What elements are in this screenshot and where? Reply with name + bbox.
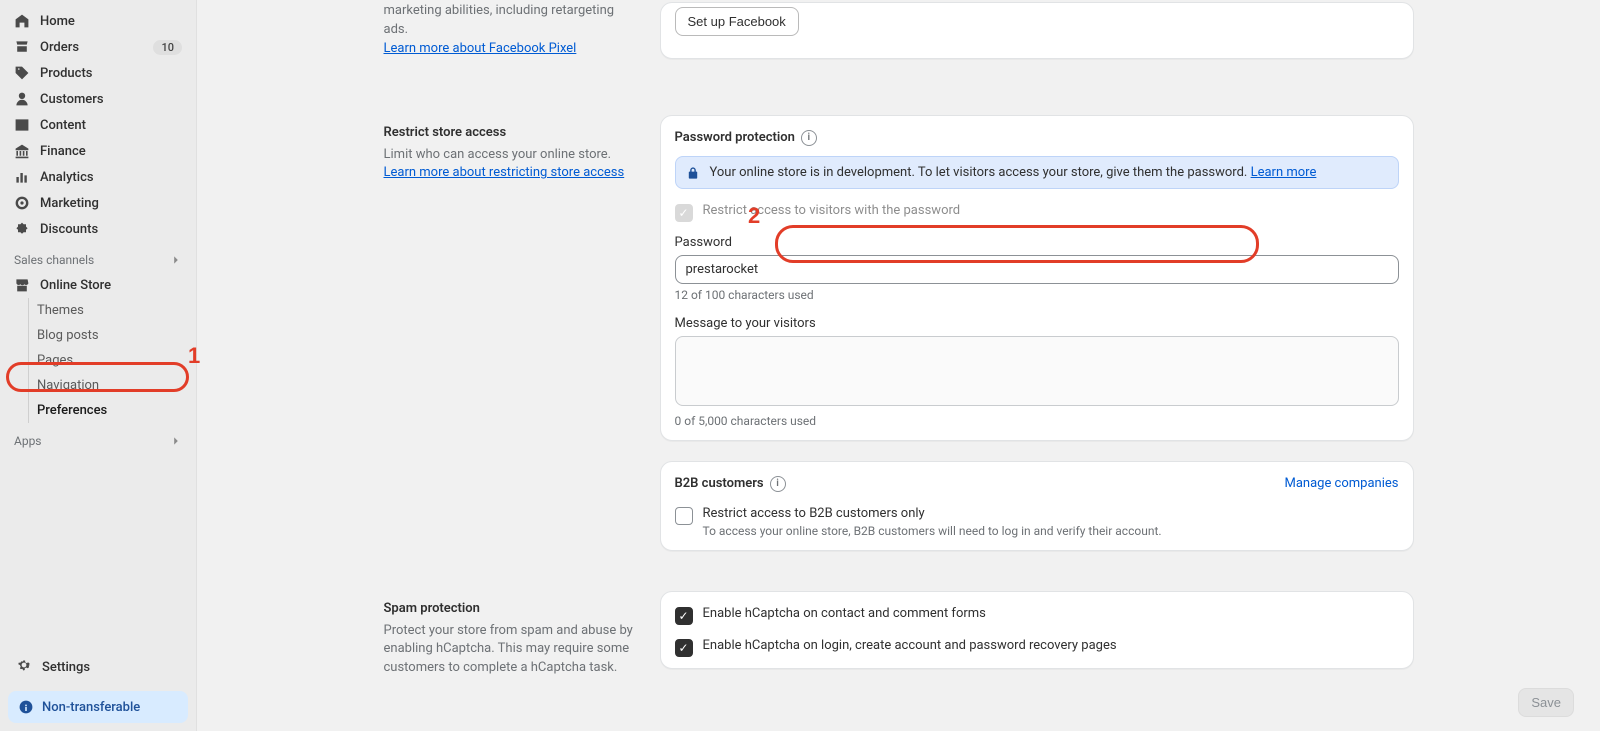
setup-facebook-button[interactable]: Set up Facebook (675, 7, 799, 36)
nav-marketing[interactable]: Marketing (0, 190, 196, 216)
nav-orders[interactable]: Orders 10 (0, 34, 196, 60)
nav-label: Home (40, 14, 182, 29)
spam-section-desc: Spam protection Protect your store from … (384, 591, 636, 683)
bank-icon (14, 143, 30, 159)
plan-pill[interactable]: Non-transferable (8, 691, 188, 723)
nav-customers[interactable]: Customers (0, 86, 196, 112)
nav-finance[interactable]: Finance (0, 138, 196, 164)
chevron-right-icon (170, 254, 182, 266)
spam-heading: Spam protection (384, 601, 636, 616)
target-icon (14, 195, 30, 211)
facebook-card: Set up Facebook (660, 2, 1414, 59)
dev-store-banner: Your online store is in development. To … (675, 156, 1399, 189)
settings-label: Settings (42, 660, 90, 675)
annotation-num-2: 2 (748, 203, 760, 229)
restrict-heading: Restrict store access (384, 125, 636, 140)
gear-icon (16, 657, 32, 677)
save-button[interactable]: Save (1518, 688, 1574, 717)
nav-label: Discounts (40, 222, 182, 237)
nav-products[interactable]: Products (0, 60, 196, 86)
main-content: marketing abilities, including retargeti… (197, 0, 1600, 731)
sub-themes[interactable]: Themes (28, 298, 196, 323)
discount-icon (14, 221, 30, 237)
nav-content[interactable]: Content (0, 112, 196, 138)
info-icon[interactable]: i (770, 476, 786, 492)
nav-label: Finance (40, 144, 182, 159)
nav-home[interactable]: Home (0, 8, 196, 34)
nav-label: Customers (40, 92, 182, 107)
save-bar: Save (1518, 688, 1574, 717)
password-card-title: Password protection (675, 130, 795, 145)
nav-settings[interactable]: Settings (8, 651, 188, 683)
checkbox-icon (675, 607, 693, 625)
sales-channels-heading[interactable]: Sales channels (0, 242, 196, 272)
nav-label: Analytics (40, 170, 182, 185)
hcaptcha-contact-toggle[interactable]: Enable hCaptcha on contact and comment f… (675, 606, 1399, 624)
person-icon (14, 91, 30, 107)
password-protection-card: Password protection i Your online store … (660, 115, 1414, 441)
checkbox-icon (675, 639, 693, 657)
sub-preferences[interactable]: Preferences (28, 398, 196, 423)
sub-navigation[interactable]: Navigation (28, 373, 196, 398)
facebook-learn-link[interactable]: Learn more about Facebook Pixel (384, 41, 577, 56)
b2b-restrict-toggle[interactable]: Restrict access to B2B customers only To… (675, 506, 1399, 538)
nav-discounts[interactable]: Discounts (0, 216, 196, 242)
tag-icon (14, 65, 30, 81)
restrict-learn-link[interactable]: Learn more about restricting store acces… (384, 165, 625, 180)
nav-online-store[interactable]: Online Store (0, 272, 196, 298)
nav-label: Products (40, 66, 182, 81)
lock-icon (686, 166, 700, 180)
checkbox-icon (675, 204, 693, 222)
nav-label: Marketing (40, 196, 182, 211)
nav-label: Orders (40, 40, 143, 55)
home-icon (14, 13, 30, 29)
banner-learn-link[interactable]: Learn more (1251, 165, 1317, 180)
message-hint: 0 of 5,000 characters used (675, 414, 1399, 428)
store-icon (14, 277, 30, 293)
password-label: Password (675, 235, 1399, 250)
restrict-section-desc: Restrict store access Limit who can acce… (384, 115, 636, 188)
sub-pages[interactable]: Pages (28, 348, 196, 373)
hcaptcha-login-toggle[interactable]: Enable hCaptcha on login, create account… (675, 638, 1399, 656)
nav-label: Content (40, 118, 182, 133)
apps-heading[interactable]: Apps (0, 423, 196, 453)
online-store-subitems: Themes Blog posts Pages Navigation Prefe… (0, 298, 196, 423)
restrict-password-toggle: Restrict access to visitors with the pas… (675, 203, 1399, 221)
nav-analytics[interactable]: Analytics (0, 164, 196, 190)
chart-icon (14, 169, 30, 185)
visitor-message-textarea[interactable] (675, 336, 1399, 406)
manage-companies-link[interactable]: Manage companies (1284, 476, 1398, 491)
info-icon[interactable]: i (801, 130, 817, 146)
checkbox-icon (675, 507, 693, 525)
message-label: Message to your visitors (675, 316, 1399, 331)
chevron-right-icon (170, 435, 182, 447)
annotation-num-1: 1 (188, 343, 200, 369)
b2b-card: B2B customers i Manage companies Restric… (660, 461, 1414, 551)
b2b-title: B2B customers (675, 476, 764, 491)
sidebar: Home Orders 10 Products Customers Conten… (0, 0, 197, 731)
image-icon (14, 117, 30, 133)
facebook-desc-col: marketing abilities, including retargeti… (384, 2, 636, 59)
nav-label: Online Store (40, 278, 182, 293)
orders-badge: 10 (153, 40, 182, 55)
spam-card: Enable hCaptcha on contact and comment f… (660, 591, 1414, 669)
orders-icon (14, 39, 30, 55)
password-hint: 12 of 100 characters used (675, 288, 1399, 302)
password-input[interactable] (675, 255, 1399, 284)
info-icon (18, 699, 34, 715)
sub-blog-posts[interactable]: Blog posts (28, 323, 196, 348)
